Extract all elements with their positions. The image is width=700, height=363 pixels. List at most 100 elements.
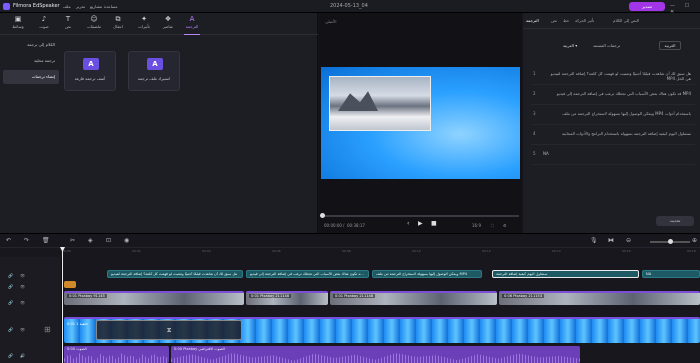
- marker-icon[interactable]: ◈: [88, 237, 93, 244]
- media-panel: ▣ وسائط ♪ صوت T نص ☺ ملصقات ⧉ انتقال ✦ تأثيرات…: [0, 13, 318, 233]
- tab-subtitle[interactable]: الترجمة: [526, 18, 539, 23]
- split-icon[interactable]: ✂: [70, 237, 75, 244]
- total-time: 00:38:17: [347, 223, 365, 228]
- track-visibility-icon[interactable]: 👁: [20, 300, 25, 305]
- add-blank-subtitle-card[interactable]: A أضف ترجمة فارغة: [64, 51, 116, 91]
- clip-label: سنتناول اليوم كيفية إضافة الترجمة: [496, 272, 548, 276]
- sidebar-item-speech-to-text[interactable]: الكلام إلى ترجمة: [3, 38, 59, 52]
- mountain-image[interactable]: [329, 76, 431, 131]
- prev-frame-icon[interactable]: ‹: [407, 220, 409, 227]
- stop-icon[interactable]: ■: [431, 220, 437, 227]
- audio-clip[interactable]: الصوت 0:00: [64, 346, 169, 363]
- settings-icon[interactable]: ⚙: [503, 223, 507, 228]
- snap-icon[interactable]: ⧓: [608, 237, 614, 244]
- tab-text-to-speech[interactable]: النص إلى الكلام: [613, 18, 639, 23]
- zoom-out-icon[interactable]: ⊖: [626, 237, 631, 244]
- subtitle-text[interactable]: سنتناول اليوم كيفية إضافة الترجمة بسهولة…: [543, 131, 691, 136]
- preview-ratio-label[interactable]: الأصلي: [325, 19, 336, 24]
- update-button[interactable]: تحديث: [656, 216, 694, 226]
- tool-effects[interactable]: ✦ تأثيرات: [132, 15, 156, 35]
- subtitle-row[interactable]: 1 هل سبق لك أن شاهدت فيلمًا أجنبيًا وتمن…: [531, 65, 695, 85]
- scrubber-handle[interactable]: [320, 213, 325, 218]
- app-logo-icon: [3, 3, 10, 10]
- track-lock-icon[interactable]: 🔗: [8, 273, 13, 278]
- tab-motion[interactable]: تأثير الحركة: [575, 18, 594, 23]
- subtitle-clip[interactable]: ويمكن الوصول إليها بسهولة لاستخراج الترج…: [372, 270, 482, 278]
- zoom-slider[interactable]: [650, 239, 690, 244]
- video-clip[interactable]: 0:06 Pixabay 211153: [499, 291, 700, 305]
- subtitle-clip[interactable]: NA: [642, 270, 700, 278]
- track-lock-icon[interactable]: 🔗: [8, 284, 13, 289]
- marker-clip[interactable]: [64, 281, 76, 288]
- playhead[interactable]: [62, 247, 63, 363]
- subtitle-row[interactable]: 4 سنتناول اليوم كيفية إضافة الترجمة بسهو…: [531, 125, 695, 145]
- tab-text[interactable]: نص: [551, 18, 557, 23]
- track-visibility-icon[interactable]: 👁: [20, 273, 25, 278]
- subtitle-clip-selected[interactable]: سنتناول اليوم كيفية إضافة الترجمة: [492, 270, 639, 278]
- subtitle-text[interactable]: قد تكون هناك بعض الأسباب التي تجعلك ترغب…: [543, 91, 691, 96]
- subtitle-row[interactable]: 3 ويمكن الوصول إليها بسهولة لاستخراج الت…: [531, 105, 695, 125]
- preview-canvas[interactable]: [321, 67, 520, 179]
- zoom-handle[interactable]: [668, 239, 673, 244]
- menu-file[interactable]: ملف: [63, 4, 71, 9]
- timeline-toolbar: ↶ ↷ 🗑 ✂ ◈ ⊡ ◉ 🎙 ⧓ ⊖ ⊕: [0, 234, 700, 248]
- subtitle-text[interactable]: هل سبق لك أن شاهدت فيلمًا أجنبيًا وتمنيت…: [543, 71, 691, 81]
- tool-audio[interactable]: ♪ صوت: [32, 15, 56, 35]
- time-ruler[interactable]: 00:00 00:02 00:04 00:06 00:08 00:10 00:1…: [62, 249, 700, 257]
- redo-icon[interactable]: ↷: [24, 237, 29, 244]
- play-icon[interactable]: ▶: [418, 220, 423, 227]
- subtitle-text[interactable]: ويمكن الوصول إليها بسهولة لاستخراج الترج…: [543, 111, 691, 116]
- tool-media[interactable]: ▣ وسائط: [6, 15, 30, 35]
- video-clip[interactable]: 0:01 Pixabay 211148: [330, 291, 497, 305]
- sidebar-item-local-subtitle[interactable]: ترجمة محلية: [3, 54, 59, 68]
- preview-panel: الأصلي 00:00:00 / 00:38:17 ‹ ▶ ■ 16:9 ⛶ …: [319, 13, 522, 233]
- subtitle-clip[interactable]: هل سبق لك أن شاهدت فيلمًا أجنبيًا وتمنيت…: [107, 270, 243, 278]
- fullscreen-icon[interactable]: ⛶: [491, 223, 494, 228]
- ruler-tick: 00:16: [622, 249, 631, 253]
- subtitle-row[interactable]: 5 NA: [531, 145, 695, 165]
- video-clip[interactable]: 0:01 Pixabay 211148: [246, 291, 328, 305]
- ruler-tick: 00:14: [552, 249, 561, 253]
- tab-font[interactable]: خط: [563, 18, 569, 23]
- delete-icon[interactable]: 🗑: [42, 237, 50, 244]
- transition-overlay[interactable]: ⧖: [96, 320, 242, 340]
- microphone-icon[interactable]: 🎙: [590, 237, 598, 244]
- preview-scrubber[interactable]: [322, 215, 519, 217]
- aspect-selector[interactable]: 16:9: [472, 223, 481, 228]
- track-visibility-icon[interactable]: 👁: [20, 284, 25, 289]
- tool-elements[interactable]: ❖ عناصر: [156, 15, 180, 35]
- clip-label: 0:00 Pixabay الصوت الافتراضي: [174, 347, 225, 351]
- import-subtitle-card[interactable]: A استيراد ملف ترجمة: [128, 51, 180, 91]
- language-button[interactable]: العربية: [659, 41, 681, 50]
- tool-stickers[interactable]: ☺ ملصقات: [82, 15, 106, 35]
- track-lock-icon[interactable]: 🔗: [8, 300, 13, 305]
- crop-icon[interactable]: ⊡: [106, 237, 111, 244]
- card-label: استيراد ملف ترجمة: [137, 76, 171, 81]
- subtitle-text[interactable]: NA: [543, 151, 549, 156]
- subtitle-number: 2: [533, 91, 536, 96]
- language-dropdown[interactable]: العربية ▾: [563, 43, 577, 48]
- audio-clip[interactable]: 0:00 Pixabay الصوت الافتراضي: [171, 346, 580, 363]
- zoom-in-icon[interactable]: ⊕: [692, 237, 697, 244]
- sidebar-item-create-subtitles[interactable]: إنشاء ترجمات: [3, 70, 59, 84]
- track-lock-icon[interactable]: 🔗: [8, 353, 13, 358]
- tool-transition[interactable]: ⧉ انتقال: [106, 15, 130, 35]
- menu-edit[interactable]: تحرير: [76, 4, 85, 9]
- undo-icon[interactable]: ↶: [6, 237, 11, 244]
- subtitle-row[interactable]: 2 قد تكون هناك بعض الأسباب التي تجعلك تر…: [531, 85, 695, 105]
- subtitle-number: 3: [533, 111, 536, 116]
- ruler-tick: 00:10: [412, 249, 421, 253]
- subtitle-clip[interactable]: قد تكون هناك بعض الأسباب التي تجعلك ترغب…: [246, 270, 369, 278]
- export-button[interactable]: تصدير: [629, 2, 665, 11]
- record-icon[interactable]: ◉: [124, 237, 129, 244]
- tool-subtitle[interactable]: A الترجمة: [180, 15, 204, 35]
- video-clip[interactable]: 0:01 Pixabay 91145: [64, 291, 244, 305]
- import-subtitle-icon: A: [147, 58, 163, 70]
- tool-text[interactable]: T نص: [56, 15, 80, 35]
- menu-help[interactable]: مساعدة: [104, 4, 118, 9]
- add-media-icon[interactable]: ⊞: [44, 325, 51, 334]
- track-mute-icon[interactable]: 🔊: [20, 353, 25, 358]
- track-visibility-icon[interactable]: 👁: [20, 327, 25, 332]
- menu-projects[interactable]: مشاريع: [90, 4, 102, 9]
- track-lock-icon[interactable]: 🔗: [8, 327, 13, 332]
